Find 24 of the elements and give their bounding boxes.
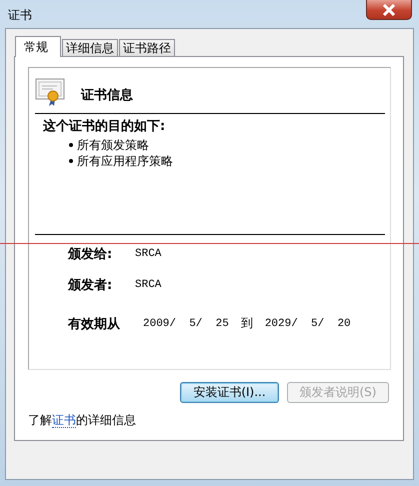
bullet-icon [69,159,73,163]
bullet-icon [69,143,73,147]
window-title: 证书 [8,7,32,24]
purpose-item: 所有颁发策略 [77,136,149,154]
field-value: SRCA [135,248,162,260]
tab[interactable]: 详细信息 [62,39,118,56]
purpose-title: 这个证书的目的如下: [43,118,166,135]
purpose-item: 所有应用程序策略 [77,152,173,170]
tab[interactable]: 常规 [15,36,61,57]
close-button[interactable] [366,0,412,20]
to-label: 到 [240,315,253,332]
date-value: 2009/ 5/ 25 [143,318,229,330]
field-label: 颁发给: [68,246,114,263]
certificate-icon [35,77,67,107]
learn-more-text: 了解证书的详细信息 [28,412,137,429]
field-label: 颁发者: [68,276,114,294]
date-value: 2029/ 5/ 20 [264,318,351,330]
certificate-link[interactable]: 证书 [52,413,76,428]
dialog-button[interactable]: 安装证书(I)... [180,382,279,403]
validity-label: 有效期从 [68,316,121,332]
close-icon [382,4,396,16]
field-value: SRCA [135,278,162,290]
tab[interactable]: 证书路径 [119,39,175,56]
certificate-heading: 证书信息 [81,87,133,104]
